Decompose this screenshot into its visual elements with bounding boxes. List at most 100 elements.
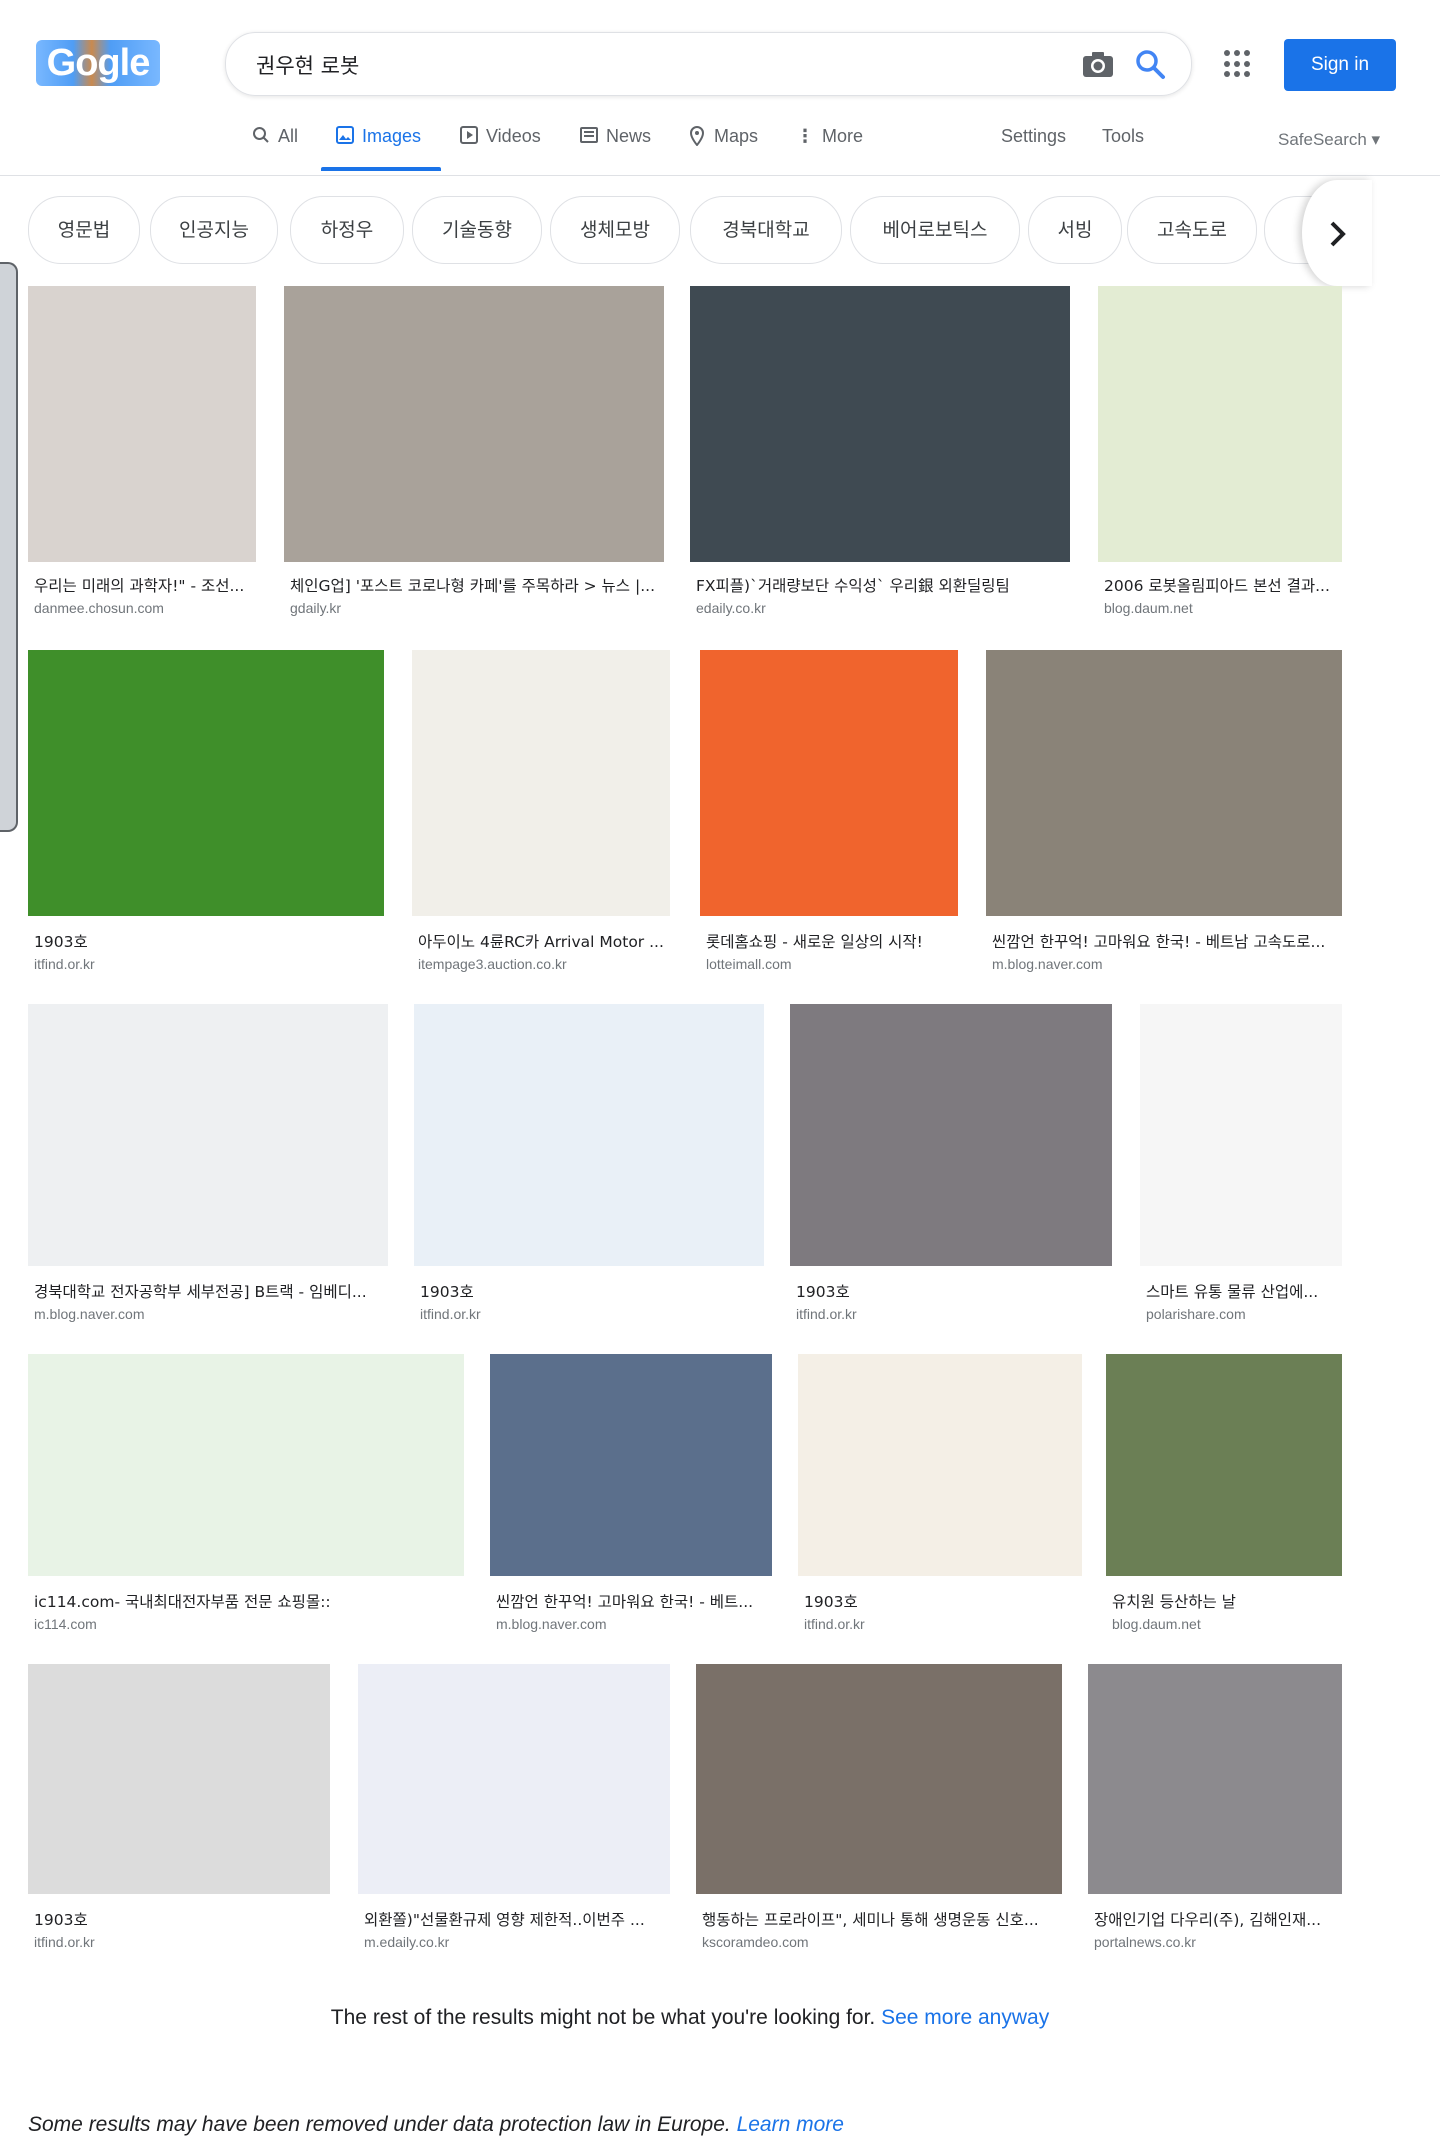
result-source: lotteimall.com — [706, 956, 792, 972]
result-source: itfind.or.kr — [420, 1306, 481, 1322]
related-chips: 영문법 인공지능 하정우 기술동향 생체모방 경북대학교 베어로보틱스 서빙 고… — [28, 196, 1368, 266]
result-source: m.blog.naver.com — [34, 1306, 145, 1322]
tab-more[interactable]: ⋮ More — [796, 126, 863, 172]
result-source: danmee.chosun.com — [34, 600, 164, 616]
result-thumbnail[interactable] — [1098, 286, 1342, 562]
result-source: polarishare.com — [1146, 1306, 1246, 1322]
result-title: 외환쫄)"선물환규제 영향 제한적..이번주 ... — [364, 1911, 645, 1929]
camera-icon[interactable] — [1081, 49, 1115, 79]
result-title: 아두이노 4륜RC카 Arrival Motor ... — [418, 933, 664, 951]
result-title: 1903호 — [34, 1911, 88, 1929]
legal-notice: Some results may have been removed under… — [28, 2113, 844, 2137]
result-thumbnail[interactable] — [700, 650, 958, 916]
result-source: itfind.or.kr — [804, 1616, 865, 1632]
result-thumbnail[interactable] — [28, 1354, 464, 1576]
result-source: gdaily.kr — [290, 600, 342, 616]
result-thumbnail[interactable] — [690, 286, 1070, 562]
result-thumbnail[interactable] — [412, 650, 670, 916]
result-source: kscoramdeo.com — [702, 1934, 809, 1950]
result-thumbnail[interactable] — [1140, 1004, 1342, 1266]
result-title: 스마트 유통 물류 산업에... — [1146, 1283, 1319, 1301]
chip[interactable]: 서빙 — [1028, 196, 1122, 264]
tab-label: Images — [362, 126, 422, 146]
result-source: m.blog.naver.com — [992, 956, 1103, 972]
result-title: 1903호 — [796, 1283, 850, 1301]
active-tab-indicator — [321, 167, 441, 171]
result-title: 장애인기업 다우리(주), 김해인재... — [1094, 1911, 1322, 1929]
tab-all[interactable]: All — [252, 126, 298, 172]
result-source: edaily.co.kr — [696, 600, 766, 616]
safesearch-dropdown[interactable]: SafeSearch ▾ — [1278, 130, 1380, 150]
tab-maps[interactable]: Maps — [688, 126, 758, 172]
result-thumbnail[interactable] — [414, 1004, 764, 1266]
result-source: m.blog.naver.com — [496, 1616, 607, 1632]
chip[interactable]: 영문법 — [28, 196, 140, 264]
result-title: 1903호 — [34, 933, 88, 951]
search-input[interactable] — [254, 47, 1018, 83]
result-source: itfind.or.kr — [796, 1306, 857, 1322]
result-title: 1903호 — [420, 1283, 474, 1301]
result-thumbnail[interactable] — [696, 1664, 1062, 1894]
settings-link[interactable]: Settings — [1001, 126, 1066, 147]
result-source: itfind.or.kr — [34, 1934, 95, 1950]
result-thumbnail[interactable] — [986, 650, 1342, 916]
result-source: itempage3.auction.co.kr — [418, 956, 567, 972]
result-title: ic114.com- 국내최대전자부품 전문 쇼핑몰:: — [34, 1593, 331, 1611]
result-thumbnail[interactable] — [790, 1004, 1112, 1266]
tab-label: More — [822, 126, 864, 146]
more-results-note: The rest of the results might not be wha… — [0, 2006, 1380, 2030]
chip[interactable]: 베어로보틱스 — [850, 196, 1020, 264]
tab-videos[interactable]: Videos — [460, 126, 541, 172]
result-thumbnail[interactable] — [28, 650, 384, 916]
search-icon — [253, 127, 269, 143]
chevron-right-icon — [1330, 221, 1346, 247]
result-title: 롯데홈쇼핑 - 새로운 일상의 시작! — [706, 933, 923, 951]
result-source: itfind.or.kr — [34, 956, 95, 972]
result-thumbnail[interactable] — [284, 286, 664, 562]
chip[interactable]: 하정우 — [290, 196, 404, 264]
image-icon — [336, 126, 354, 144]
result-title: 유치원 등산하는 날 — [1112, 1593, 1236, 1611]
result-title: 1903호 — [804, 1593, 858, 1611]
result-thumbnail[interactable] — [28, 286, 256, 562]
result-title: 씬깜언 한꾸억! 고마워요 한국! - 베트... — [496, 1593, 754, 1611]
tab-news[interactable]: News — [580, 126, 651, 172]
chip[interactable]: 경북대학교 — [690, 196, 842, 264]
result-thumbnail[interactable] — [28, 1664, 330, 1894]
see-more-link[interactable]: See more anyway — [881, 2006, 1049, 2029]
search-icon[interactable] — [1133, 47, 1167, 81]
header: Gogle Sign in All Images Videos — [0, 0, 1440, 176]
more-vert-icon: ⋮ — [796, 126, 814, 146]
result-source: ic114.com — [34, 1616, 97, 1632]
google-logo[interactable]: Gogle — [36, 40, 160, 86]
chip[interactable]: 생체모방 — [550, 196, 680, 264]
result-thumbnail[interactable] — [490, 1354, 772, 1576]
result-title: 2006 로봇올림피아드 본선 결과... — [1104, 577, 1330, 595]
result-thumbnail[interactable] — [28, 1004, 388, 1266]
result-thumbnail[interactable] — [1106, 1354, 1342, 1576]
sign-in-button[interactable]: Sign in — [1284, 39, 1396, 91]
side-panel-handle[interactable] — [0, 262, 18, 832]
tab-label: All — [278, 126, 299, 146]
result-thumbnail[interactable] — [358, 1664, 670, 1894]
map-pin-icon — [689, 126, 705, 146]
result-source: blog.daum.net — [1112, 1616, 1201, 1632]
result-title: 경북대학교 전자공학부 세부전공] B트랙 - 임베디... — [34, 1283, 367, 1301]
result-thumbnail[interactable] — [798, 1354, 1082, 1576]
tools-link[interactable]: Tools — [1102, 126, 1144, 147]
tab-label: Videos — [486, 126, 541, 146]
chip[interactable]: 인공지능 — [150, 196, 278, 264]
chip[interactable]: 기술동향 — [412, 196, 542, 264]
tab-images[interactable]: Images — [336, 126, 421, 172]
result-source: blog.daum.net — [1104, 600, 1193, 616]
chips-next-button[interactable] — [1302, 180, 1372, 286]
learn-more-link[interactable]: Learn more — [737, 2113, 844, 2136]
newspaper-icon — [580, 127, 598, 143]
result-title: FX피플)`거래량보단 수익성` 우리銀 외환딜링팀 — [696, 577, 1010, 595]
chip[interactable]: 고속도로 — [1127, 196, 1257, 264]
tab-label: News — [606, 126, 652, 146]
apps-grid-icon[interactable] — [1224, 50, 1252, 78]
legal-notice-text: Some results may have been removed under… — [28, 2113, 731, 2136]
search-box[interactable] — [225, 32, 1192, 96]
result-thumbnail[interactable] — [1088, 1664, 1342, 1894]
